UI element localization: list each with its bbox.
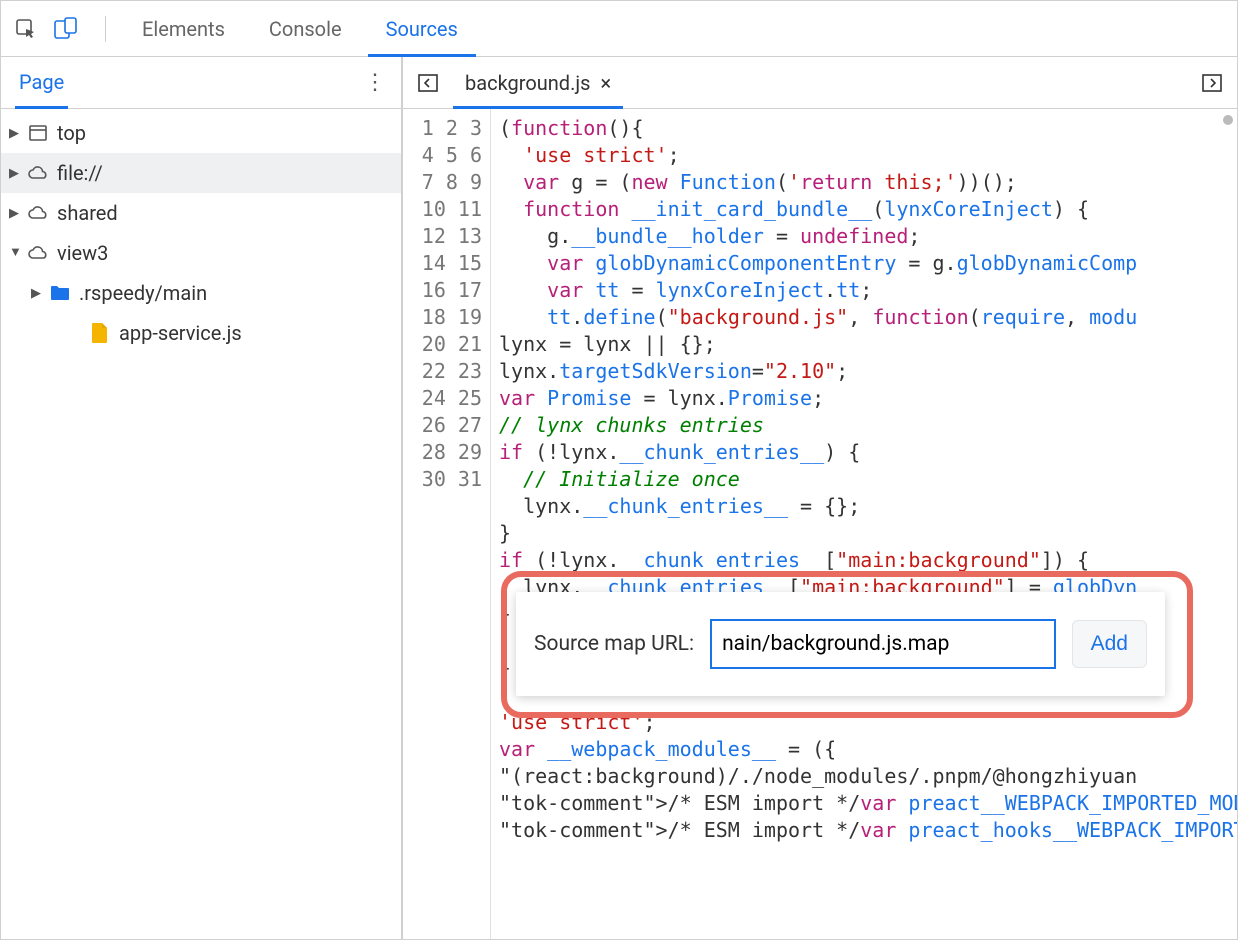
tree-item-rspeedy-main[interactable]: ▶ .rspeedy/main	[1, 273, 401, 313]
inspect-icon[interactable]	[11, 14, 41, 44]
close-icon[interactable]: ×	[600, 71, 611, 95]
device-icon[interactable]	[51, 14, 81, 44]
file-tab-background[interactable]: background.js ×	[453, 57, 623, 109]
scroll-indicator	[1223, 115, 1233, 125]
frame-icon	[27, 122, 49, 144]
line-numbers: 1 2 3 4 5 6 7 8 9 10 11 12 13 14 15 16 1…	[403, 109, 491, 939]
chevron-right-icon: ▶	[9, 206, 23, 221]
code-content[interactable]: (function(){ 'use strict'; var g = (new …	[491, 109, 1237, 939]
tree-label: .rspeedy/main	[79, 281, 207, 305]
tab-elements[interactable]: Elements	[120, 1, 247, 57]
file-icon	[89, 322, 111, 344]
source-map-dialog: Source map URL: Add	[516, 592, 1165, 696]
chevron-right-icon: ▶	[9, 126, 23, 141]
sidebar-tab-page[interactable]: Page	[19, 57, 64, 109]
tab-console[interactable]: Console	[247, 1, 364, 57]
chevron-down-icon: ▼	[9, 244, 23, 260]
tree-label: top	[57, 121, 86, 145]
more-icon[interactable]: ⋮	[364, 70, 387, 95]
folder-icon	[49, 282, 71, 304]
cloud-icon	[27, 162, 49, 184]
dialog-label: Source map URL:	[534, 632, 694, 656]
tree-label: shared	[57, 201, 118, 225]
add-button[interactable]: Add	[1072, 620, 1147, 668]
tab-sources[interactable]: Sources	[364, 1, 480, 57]
cloud-icon	[27, 202, 49, 224]
tree-item-top[interactable]: ▶ top	[1, 113, 401, 153]
tree-label: file://	[57, 161, 103, 185]
nav-forward-icon[interactable]	[1197, 68, 1227, 98]
tree-item-file-scheme[interactable]: ▶ file://	[1, 153, 401, 193]
nav-back-icon[interactable]	[413, 68, 443, 98]
file-tab-label: background.js	[465, 71, 590, 95]
tree-label: view3	[57, 241, 108, 265]
chevron-right-icon: ▶	[31, 286, 45, 301]
file-tree: ▶ top ▶ file:// ▶	[1, 109, 401, 357]
cloud-icon	[27, 242, 49, 264]
chevron-right-icon: ▶	[9, 166, 23, 181]
source-map-url-input[interactable]	[710, 619, 1056, 669]
devtools-tab-bar: Elements Console Sources	[1, 1, 1237, 57]
tree-item-view3[interactable]: ▼ view3	[1, 233, 401, 273]
tree-item-app-service[interactable]: app-service.js	[1, 313, 401, 353]
tree-item-shared[interactable]: ▶ shared	[1, 193, 401, 233]
code-editor: background.js × 1 2 3 4 5 6 7 8 9 10 11 …	[403, 57, 1237, 939]
tree-label: app-service.js	[119, 321, 242, 345]
divider	[105, 16, 106, 42]
sources-sidebar: Page ⋮ ▶ top ▶ file://	[1, 57, 403, 939]
